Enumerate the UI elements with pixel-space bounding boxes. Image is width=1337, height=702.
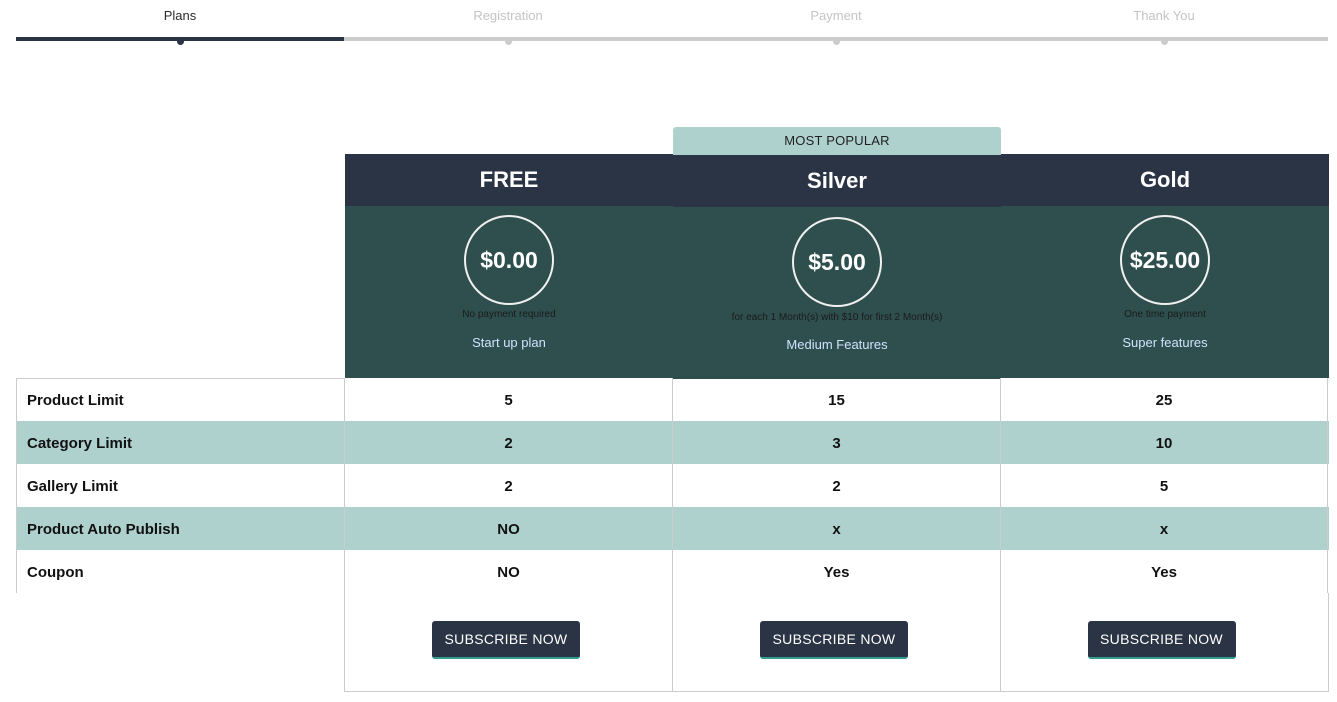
plan-footer-silver: SUBSCRIBE NOW: [672, 593, 1001, 692]
feature-value-free: NO: [344, 550, 672, 593]
table-row: Gallery Limit 2 2 5: [16, 464, 1329, 507]
step-label: Plans: [163, 8, 197, 23]
table-row: Product Limit 5 15 25: [16, 378, 1329, 421]
step-plans[interactable]: Plans: [16, 0, 344, 46]
plan-tagline: Medium Features: [786, 337, 888, 352]
step-registration[interactable]: Registration: [344, 0, 672, 46]
feature-value-gold: 25: [1000, 378, 1328, 421]
step-label: Thank You: [1133, 8, 1195, 23]
plan-price: $25.00: [1120, 215, 1210, 305]
step-dot-icon: [1161, 38, 1168, 45]
plan-card-gold: Gold $25.00 One time payment Super featu…: [1001, 154, 1329, 378]
step-label: Payment: [810, 8, 862, 23]
feature-value-gold: 5: [1000, 464, 1328, 507]
plan-card-free: FREE $0.00 No payment required Start up …: [345, 154, 673, 378]
feature-name: Product Limit: [16, 378, 345, 421]
subscribe-gold-button[interactable]: SUBSCRIBE NOW: [1087, 621, 1236, 659]
plan-price: $5.00: [792, 217, 882, 307]
plan-tagline: Super features: [1122, 335, 1208, 350]
step-dot-icon: [505, 38, 512, 45]
plan-name: Silver: [673, 155, 1001, 207]
feature-value-free: 2: [344, 464, 672, 507]
plan-price-note: One time payment: [1124, 309, 1206, 320]
feature-name: Category Limit: [16, 421, 345, 464]
step-label: Registration: [473, 8, 543, 23]
feature-value-gold: Yes: [1000, 550, 1328, 593]
most-popular-badge: MOST POPULAR: [673, 127, 1001, 155]
plan-price-note: No payment required: [462, 309, 556, 320]
feature-value-silver: 3: [672, 421, 1000, 464]
checkout-stepper: Plans Registration Payment Thank You: [16, 0, 1329, 46]
feature-value-silver: x: [672, 507, 1000, 550]
subscribe-silver-button[interactable]: SUBSCRIBE NOW: [760, 621, 908, 659]
feature-value-gold: x: [1000, 507, 1328, 550]
step-payment[interactable]: Payment: [672, 0, 1000, 46]
feature-value-gold: 10: [1000, 421, 1328, 464]
feature-name: Coupon: [16, 550, 345, 593]
plan-footer-free: SUBSCRIBE NOW: [344, 593, 673, 692]
feature-name: Gallery Limit: [16, 464, 345, 507]
subscribe-free-button[interactable]: SUBSCRIBE NOW: [432, 621, 580, 659]
feature-value-free: NO: [344, 507, 672, 550]
plan-name: FREE: [345, 154, 673, 206]
table-row: Product Auto Publish NO x x: [16, 507, 1329, 550]
plan-tagline: Start up plan: [472, 335, 546, 350]
feature-name: Product Auto Publish: [16, 507, 345, 550]
feature-value-silver: Yes: [672, 550, 1000, 593]
plan-price-panel: $0.00 No payment required Start up plan: [345, 206, 673, 378]
feature-value-silver: 2: [672, 464, 1000, 507]
feature-comparison-table: Product Limit 5 15 25 Category Limit 2 3…: [16, 378, 1329, 593]
plan-price-panel: $25.00 One time payment Super features: [1001, 206, 1329, 378]
feature-value-silver: 15: [672, 378, 1000, 421]
plan-price-panel: $5.00 for each 1 Month(s) with $10 for f…: [673, 207, 1001, 379]
plan-price-note: for each 1 Month(s) with $10 for first 2…: [731, 312, 943, 323]
step-dot-icon: [833, 38, 840, 45]
table-row: Coupon NO Yes Yes: [16, 550, 1329, 593]
plan-footer-gold: SUBSCRIBE NOW: [1000, 593, 1329, 692]
plan-name: Gold: [1001, 154, 1329, 206]
table-row: Category Limit 2 3 10: [16, 421, 1329, 464]
feature-value-free: 2: [344, 421, 672, 464]
step-thank-you[interactable]: Thank You: [1000, 0, 1328, 46]
plan-card-silver: Silver $5.00 for each 1 Month(s) with $1…: [673, 155, 1001, 379]
step-dot-icon: [177, 38, 184, 45]
feature-value-free: 5: [344, 378, 672, 421]
plan-price: $0.00: [464, 215, 554, 305]
